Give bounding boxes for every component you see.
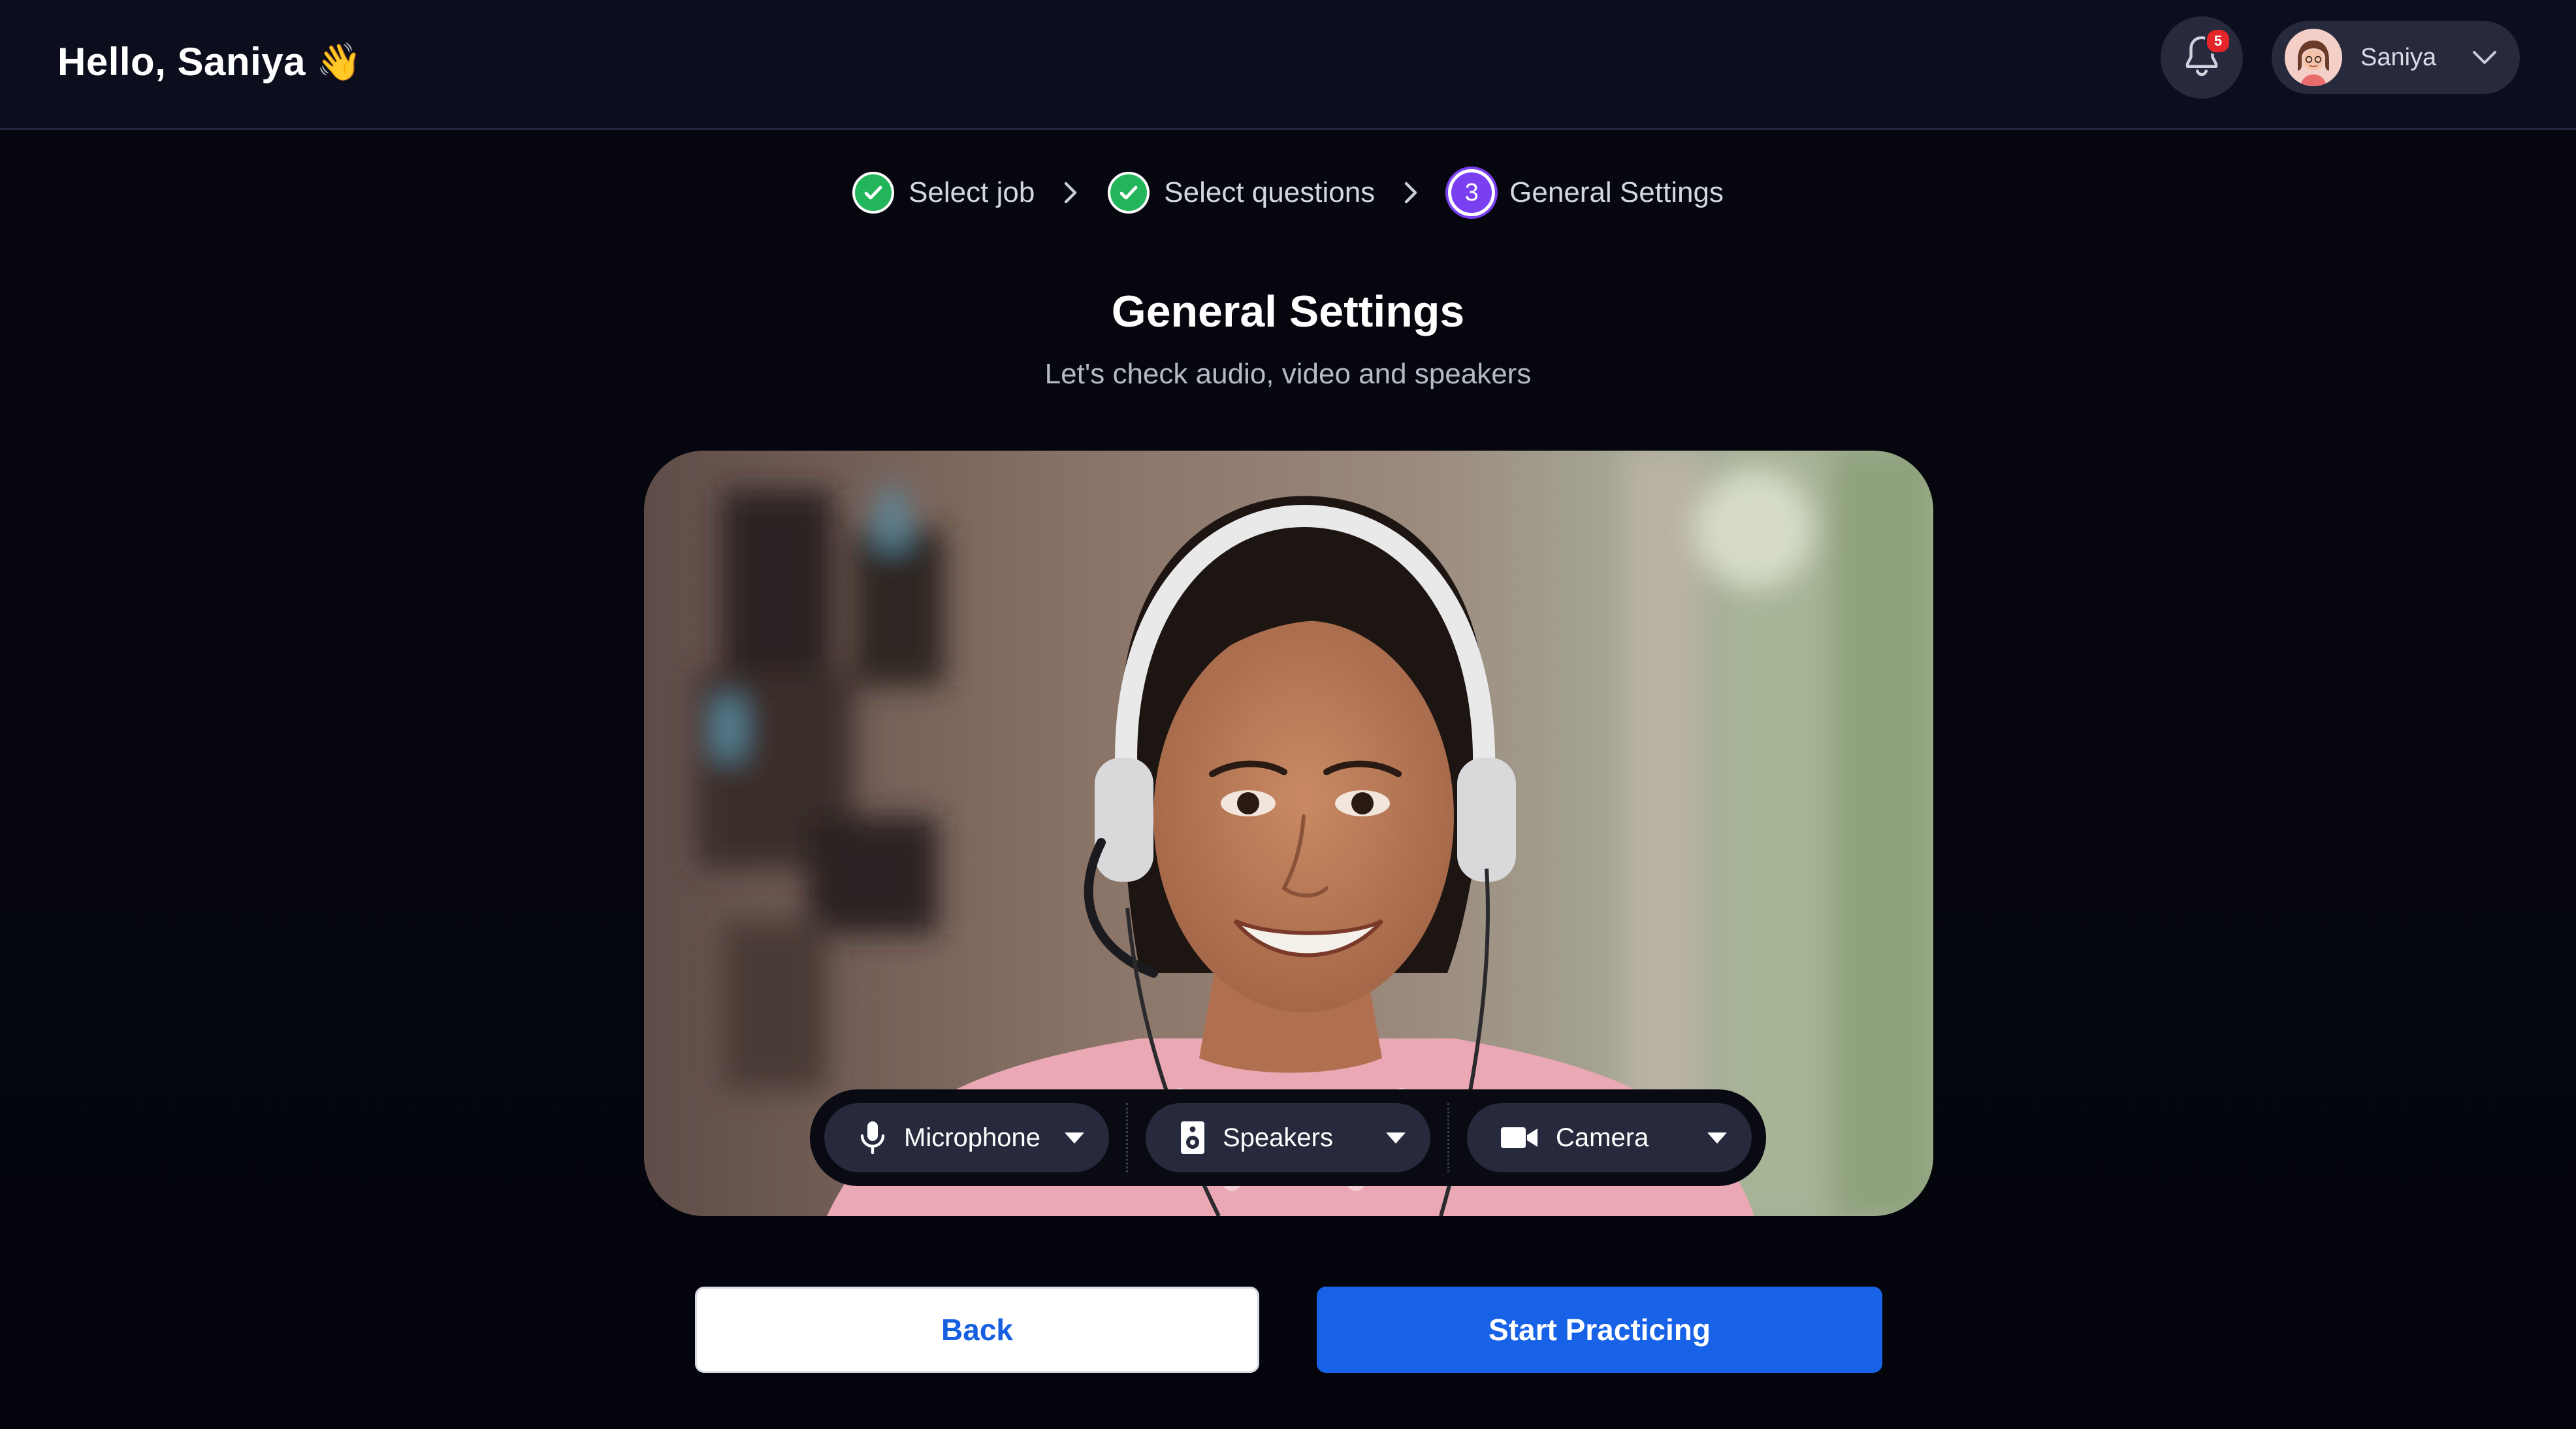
page-subtitle: Let's check audio, video and speakers [1044,358,1532,390]
step-label: General Settings [1509,176,1724,208]
greeting: Hello, Saniya 👋 [57,39,362,84]
check-icon [1108,172,1150,214]
progress-stepper: Select job Select questions 3 General Se… [0,165,2576,221]
camera-select[interactable]: Camera [1467,1103,1752,1172]
notifications-button[interactable]: 5 [2161,16,2243,99]
step-label: Select job [909,176,1035,208]
step-select-questions[interactable]: Select questions [1108,172,1375,214]
check-icon [852,172,895,214]
divider [1430,1103,1467,1172]
microphone-select[interactable]: Microphone [824,1103,1109,1172]
microphone-icon [860,1121,885,1155]
top-bar: Hello, Saniya 👋 5 Saniya [0,0,2576,130]
back-button[interactable]: Back [695,1287,1259,1373]
wave-emoji: 👋 [315,40,362,82]
user-name: Saniya [2360,43,2437,71]
step-label: Select questions [1164,176,1376,208]
speakers-select[interactable]: Speakers [1146,1103,1430,1172]
chevron-right-icon [1062,180,1080,206]
start-practicing-button[interactable]: Start Practicing [1317,1287,1882,1373]
step-select-job[interactable]: Select job [852,172,1035,214]
caret-down-icon [1386,1132,1406,1144]
camera-icon [1501,1127,1538,1148]
step-number-badge: 3 [1448,169,1496,216]
notification-count-badge: 5 [2205,28,2231,54]
camera-label: Camera [1556,1123,1649,1152]
chevron-down-icon [2473,51,2496,64]
microphone-label: Microphone [904,1123,1041,1152]
user-menu[interactable]: Saniya [2272,21,2520,94]
step-general-settings: 3 General Settings [1448,169,1724,216]
caret-down-icon [1065,1132,1084,1144]
device-controls-bar: Microphone Speakers Camera [810,1089,1766,1186]
divider [1109,1103,1146,1172]
chevron-right-icon [1402,180,1421,206]
page-title: General Settings [1111,287,1465,336]
greeting-text: Hello, Saniya [57,40,306,84]
speaker-icon [1181,1121,1204,1154]
caret-down-icon [1707,1132,1727,1144]
avatar [2285,29,2342,86]
speakers-label: Speakers [1223,1123,1333,1152]
